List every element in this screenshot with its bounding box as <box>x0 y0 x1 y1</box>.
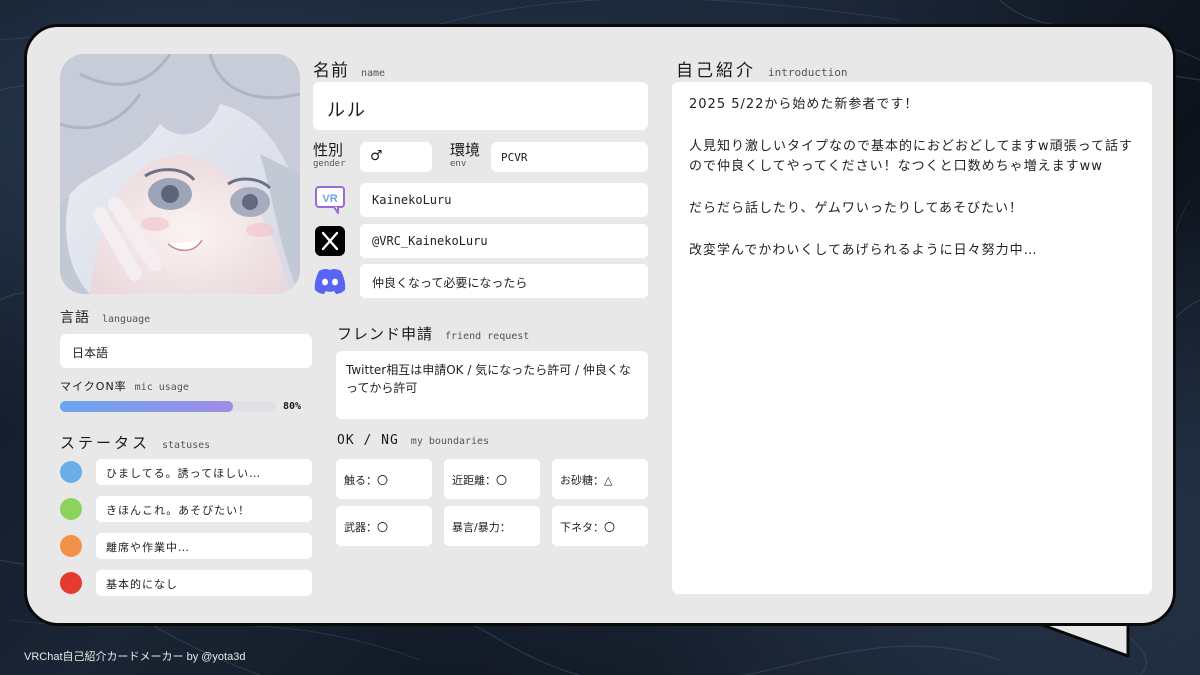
mic-label-jp: マイクON率 <box>60 380 127 393</box>
twitter-handle-field: @VRC_KainekoLuru <box>360 224 648 258</box>
friend-request-label-en: friend request <box>445 331 530 342</box>
status-dot <box>60 572 82 594</box>
boundaries-label-en: my boundaries <box>410 436 490 447</box>
avatar <box>60 54 300 294</box>
svg-text:VR: VR <box>322 193 337 205</box>
intro-label: 自己紹介 introduction <box>676 56 847 81</box>
status-dot <box>60 461 82 483</box>
name-field: ルル <box>313 82 648 130</box>
discord-icon <box>313 264 347 298</box>
env-label-jp: 環境 <box>450 141 481 159</box>
discord-field: 仲良くなって必要になったら <box>360 264 648 298</box>
env-value: PCVR <box>501 151 528 164</box>
boundary-item: 触る：〇 <box>336 459 432 499</box>
boundary-item: 近距離：〇 <box>444 459 540 499</box>
gender-label-jp: 性別 <box>313 141 344 159</box>
name-label-en: name <box>361 68 386 79</box>
language-field: 日本語 <box>60 334 312 368</box>
vrchat-id-value: KainekoLuru <box>372 193 452 207</box>
boundary-item: 武器：〇 <box>336 506 432 546</box>
speech-bubble-tail <box>1028 620 1134 658</box>
intro-field: 2025 5/22から始めた新参者です！ 人見知り激しいタイプなので基本的におどお… <box>672 82 1152 594</box>
friend-request-value: Twitter相互は申請OK / 気になったら許可 / 仲良くなってから許可 <box>346 363 631 395</box>
status-item: 離席や作業中… <box>96 533 312 559</box>
env-label: 環境 env <box>450 143 480 169</box>
vrchat-id-field: KainekoLuru <box>360 183 648 217</box>
x-icon <box>313 224 347 258</box>
boundaries-label: OK / NG my boundaries <box>337 433 489 448</box>
language-label-en: language <box>102 314 151 325</box>
mic-progress-track <box>60 401 276 412</box>
status-item: ひましてる。誘ってほしい… <box>96 459 312 485</box>
status-item: 基本的になし <box>96 570 312 596</box>
boundary-item: 暴言/暴力： <box>444 506 540 546</box>
env-field: PCVR <box>491 142 648 172</box>
intro-paragraph: 改変学んでかわいくしてあげられるように日々努力中… <box>689 243 1038 258</box>
intro-label-jp: 自己紹介 <box>676 61 756 81</box>
mic-percent: 80% <box>283 401 302 412</box>
friend-request-label: フレンド申請 friend request <box>337 323 529 344</box>
twitter-handle-value: @VRC_KainekoLuru <box>372 234 488 248</box>
env-label-en: env <box>450 159 467 169</box>
intro-label-en: introduction <box>768 66 848 79</box>
mic-label-en: mic usage <box>134 382 189 393</box>
language-value: 日本語 <box>72 346 109 360</box>
language-label-jp: 言語 <box>60 310 90 326</box>
name-value: ルル <box>327 100 367 121</box>
gender-field: ♂ <box>360 142 432 172</box>
status-dot <box>60 535 82 557</box>
intro-paragraph: だらだら話したり、ゲムワいったりしてあそびたい！ <box>689 201 1024 216</box>
intro-body: 2025 5/22から始めた新参者です！ 人見知り激しいタイプなので基本的におどお… <box>689 95 1134 283</box>
status-dot <box>60 498 82 520</box>
friend-request-label-jp: フレンド申請 <box>337 325 434 343</box>
name-label: 名前 name <box>313 56 385 81</box>
name-label-jp: 名前 <box>313 61 349 81</box>
intro-paragraph: 人見知り激しいタイプなので基本的におどおどしてますw頑張って話すので仲良くしてや… <box>689 139 1133 174</box>
statuses-label-en: statuses <box>162 440 211 451</box>
boundary-item: 下ネタ：〇 <box>552 506 648 546</box>
language-label: 言語 language <box>60 307 150 327</box>
mic-progress-fill <box>60 401 233 412</box>
gender-value: ♂ <box>370 148 383 164</box>
boundaries-label-jp: OK / NG <box>337 433 399 448</box>
gender-label: 性別 gender <box>313 143 346 169</box>
statuses-label-jp: ステータス <box>60 434 151 452</box>
discord-value: 仲良くなって必要になったら <box>372 276 528 290</box>
footer-credit: VRChat自己紹介カードメーカー by @yota3d <box>24 651 246 663</box>
boundary-item: お砂糖：△ <box>552 459 648 499</box>
intro-paragraph: 2025 5/22から始めた新参者です！ <box>689 97 919 112</box>
gender-label-en: gender <box>313 159 346 169</box>
statuses-label: ステータス statuses <box>60 432 210 453</box>
mic-label: マイクON率 mic usage <box>60 378 189 394</box>
vrchat-icon: VR <box>313 183 347 217</box>
status-item: きほんこれ。あそびたい！ <box>96 496 312 522</box>
friend-request-field: Twitter相互は申請OK / 気になったら許可 / 仲良くなってから許可 <box>336 351 648 419</box>
